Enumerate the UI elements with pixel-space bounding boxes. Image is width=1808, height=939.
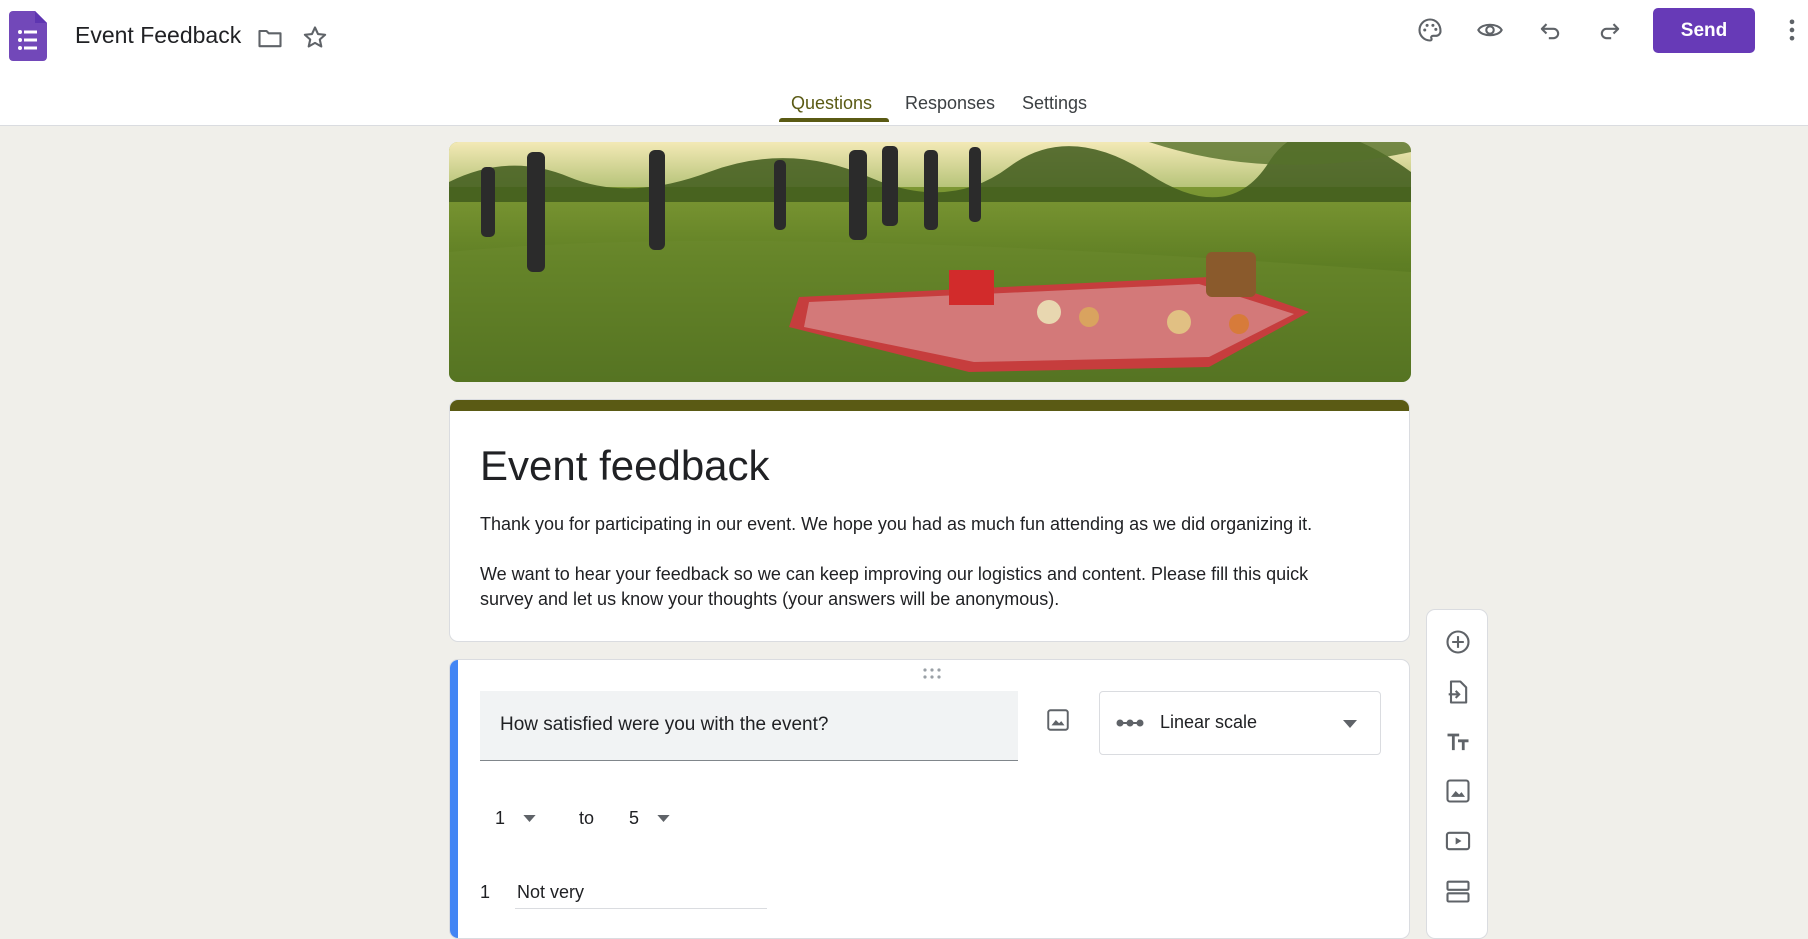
active-question-indicator <box>450 660 458 938</box>
more-vert-icon[interactable] <box>1776 10 1808 50</box>
form-description[interactable]: Thank you for participating in our event… <box>480 512 1360 612</box>
linear-scale-icon <box>1116 719 1144 727</box>
scale-from-select[interactable]: 1 <box>495 800 536 836</box>
theme-accent-bar <box>450 400 1409 411</box>
scale-to-word: to <box>579 808 595 828</box>
scale-from-value: 1 <box>495 807 506 828</box>
form-header-card: Event feedback Thank you for participati… <box>449 399 1410 642</box>
tab-questions[interactable]: Questions <box>791 93 872 114</box>
star-icon[interactable] <box>295 18 335 58</box>
top-bar: Event Feedback Send Questions Responses … <box>0 0 1808 126</box>
header-image <box>449 142 1411 382</box>
undo-icon[interactable] <box>1530 10 1570 50</box>
side-toolbar <box>1426 609 1488 939</box>
chevron-down-icon <box>1343 720 1357 728</box>
drag-handle-icon[interactable] <box>921 667 943 681</box>
scale-to-select[interactable]: 5 <box>629 800 670 836</box>
question-type-select[interactable]: Linear scale <box>1099 691 1381 755</box>
import-questions-icon[interactable] <box>1438 672 1478 712</box>
chevron-down-icon <box>523 814 536 822</box>
question-title-input[interactable]: How satisfied were you with the event? <box>480 691 1018 761</box>
eye-icon[interactable] <box>1470 10 1510 50</box>
add-image-icon[interactable] <box>1038 700 1078 740</box>
scale-low-index: 1 <box>480 882 491 902</box>
add-image-icon[interactable] <box>1438 771 1478 811</box>
document-title[interactable]: Event Feedback <box>75 22 241 49</box>
palette-icon[interactable] <box>1410 10 1450 50</box>
label-input-underline <box>515 908 767 909</box>
forms-logo-icon[interactable] <box>9 11 47 61</box>
tab-settings[interactable]: Settings <box>1022 93 1087 114</box>
tab-responses[interactable]: Responses <box>905 93 995 114</box>
scale-low-label-input[interactable]: Not very <box>517 882 584 903</box>
tab-bar: Questions Responses Settings <box>0 88 1808 126</box>
add-video-icon[interactable] <box>1438 821 1478 861</box>
add-question-icon[interactable] <box>1438 622 1478 662</box>
chevron-down-icon <box>657 814 670 822</box>
folder-icon[interactable] <box>250 18 290 58</box>
scale-to-value: 5 <box>629 807 640 828</box>
form-title[interactable]: Event feedback <box>480 442 770 490</box>
question-type-label: Linear scale <box>1160 712 1258 732</box>
question-card[interactable]: How satisfied were you with the event? L… <box>449 659 1410 939</box>
active-tab-indicator <box>779 118 889 122</box>
add-section-icon[interactable] <box>1438 871 1478 911</box>
add-title-icon[interactable] <box>1438 722 1478 762</box>
send-button[interactable]: Send <box>1653 8 1755 53</box>
redo-icon[interactable] <box>1590 10 1630 50</box>
